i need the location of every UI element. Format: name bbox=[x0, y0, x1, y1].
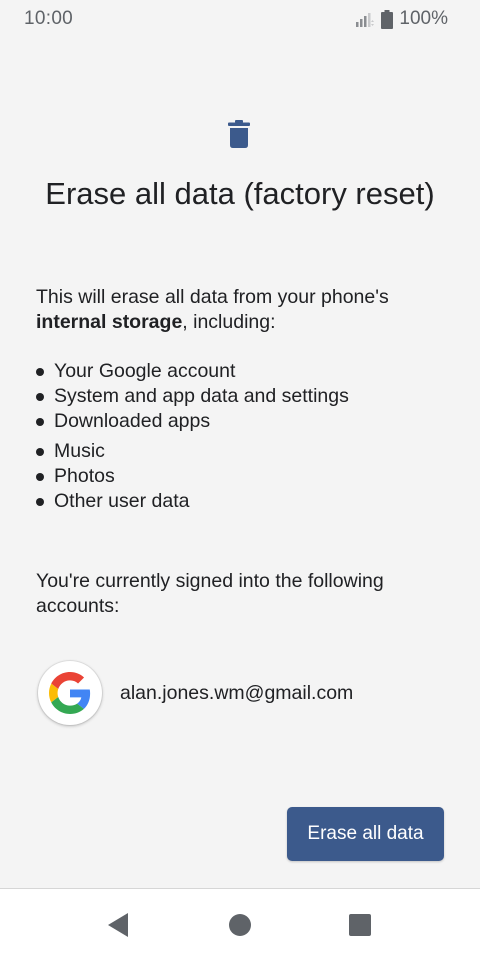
list-item-label: System and app data and settings bbox=[54, 385, 349, 407]
page-title: Erase all data (factory reset) bbox=[45, 176, 435, 211]
status-time: 10:00 bbox=[24, 8, 74, 29]
google-logo-icon bbox=[38, 661, 102, 725]
list-item: Photos bbox=[36, 464, 349, 489]
list-item-label: Photos bbox=[54, 465, 115, 487]
back-icon bbox=[108, 913, 128, 937]
list-item: Music bbox=[36, 439, 349, 464]
back-button[interactable] bbox=[104, 911, 132, 939]
navigation-bar bbox=[0, 888, 480, 961]
battery-percent: 100% bbox=[399, 8, 448, 29]
signal-icon bbox=[356, 13, 375, 27]
list-item: Downloaded apps bbox=[36, 409, 349, 434]
battery-icon bbox=[381, 9, 394, 29]
intro-text: This will erase all data from your phone… bbox=[36, 285, 456, 335]
bullet-icon bbox=[36, 418, 44, 426]
trash-icon bbox=[228, 120, 250, 148]
intro-prefix: This will erase all data from your phone… bbox=[36, 286, 389, 308]
account-email: alan.jones.wm@gmail.com bbox=[120, 681, 354, 704]
recents-icon bbox=[349, 914, 371, 936]
status-bar: 10:00 100% bbox=[0, 0, 480, 36]
erase-all-data-button[interactable]: Erase all data bbox=[287, 807, 444, 861]
list-item: Your Google account bbox=[36, 359, 349, 384]
home-icon bbox=[229, 914, 251, 936]
list-item-label: Downloaded apps bbox=[54, 410, 211, 432]
list-item: System and app data and settings bbox=[36, 384, 349, 409]
google-g-icon bbox=[49, 672, 91, 714]
list-item-label: Other user data bbox=[54, 490, 190, 512]
account-row: alan.jones.wm@gmail.com bbox=[38, 660, 353, 726]
home-button[interactable] bbox=[226, 911, 254, 939]
bullet-icon bbox=[36, 393, 44, 401]
bullet-icon bbox=[36, 473, 44, 481]
intro-suffix: , including: bbox=[182, 311, 276, 333]
erase-items-list: Your Google account System and app data … bbox=[36, 359, 349, 514]
list-item-label: Your Google account bbox=[54, 360, 236, 382]
bullet-icon bbox=[36, 448, 44, 456]
recents-button[interactable] bbox=[346, 911, 374, 939]
intro-bold: internal storage bbox=[36, 311, 183, 333]
bullet-icon bbox=[36, 368, 44, 376]
list-item-label: Music bbox=[54, 440, 105, 462]
bullet-icon bbox=[36, 498, 44, 506]
status-icons: 100% bbox=[355, 8, 448, 30]
accounts-text: You're currently signed into the followi… bbox=[36, 570, 384, 617]
list-item: Other user data bbox=[36, 489, 349, 514]
